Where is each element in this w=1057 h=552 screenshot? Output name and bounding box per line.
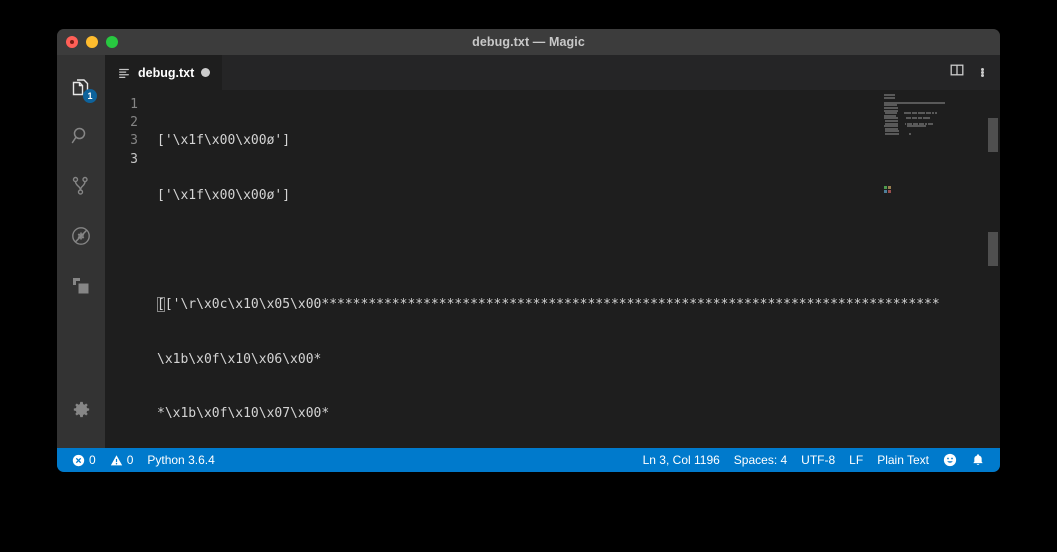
split-editor-icon [950, 64, 964, 76]
sidebar-item-extensions[interactable] [57, 261, 105, 311]
sidebar-item-source-control[interactable] [57, 161, 105, 211]
line-number-gutter: 1 2 3 3 [105, 96, 157, 448]
warning-count: 0 [126, 453, 134, 467]
search-icon [71, 127, 86, 144]
status-cursor-position[interactable]: Ln 3, Col 1196 [636, 448, 727, 472]
status-feedback[interactable] [936, 448, 964, 472]
line-number: 3 [130, 133, 138, 149]
window-body: 1 debug.txt 1 2 3 3 ['\x1f\x00\x00ø'] ['… [57, 55, 1000, 448]
more-actions-button[interactable] [981, 68, 984, 77]
scrollbar-slider-secondary[interactable] [988, 232, 998, 266]
bracket-match-open: [ [157, 297, 165, 313]
tab-dirty-indicator[interactable] [201, 68, 211, 77]
window-title-bar: debug.txt — Magic [57, 29, 1000, 55]
language-mode-label: Plain Text [877, 453, 929, 467]
encoding-label: UTF-8 [801, 453, 836, 467]
end-of-line-label: LF [849, 453, 864, 467]
minimize-window-button[interactable] [86, 36, 98, 48]
code-line: ['\x1f\x00\x00ø'] [157, 133, 291, 149]
code-line: \x1b\x0f\x10\x06\x00* [157, 351, 322, 367]
error-icon [72, 454, 85, 466]
code-line-text: ['\r\x0c\x10\x05\x00********************… [164, 297, 940, 313]
text-file-icon [119, 68, 129, 78]
tab-bar: debug.txt [105, 55, 1000, 90]
extensions-icon [73, 278, 89, 294]
sidebar-item-run-and-debug[interactable] [57, 211, 105, 261]
editor-actions [933, 55, 1000, 90]
status-indentation[interactable]: Spaces: 4 [727, 448, 794, 472]
split-editor-button[interactable] [949, 62, 965, 83]
code-content-pane: 1 2 3 3 ['\x1f\x00\x00ø'] ['\x1f\x00\x00… [105, 90, 1000, 448]
tab-debug-txt[interactable]: debug.txt [105, 55, 223, 90]
editor-vertical-scrollbar[interactable] [986, 90, 1000, 448]
code-line: *\x1b\x0f\x10\x07\x00* [157, 406, 330, 422]
code-line: [['\r\x0c\x10\x05\x00*******************… [157, 296, 1000, 314]
status-bar: 0 0 Python 3.6.4 Ln 3, Col 1196 Spaces: … [57, 448, 1000, 472]
maximize-window-button[interactable] [106, 36, 118, 48]
status-python-interpreter[interactable]: Python 3.6.4 [140, 448, 221, 472]
line-number: 3 [130, 151, 138, 167]
line-number: 2 [130, 115, 138, 131]
editor-area: debug.txt 1 2 3 3 ['\x1f\x00\x00ø'] ['\x… [105, 55, 1000, 448]
smiley-icon [943, 453, 957, 467]
sidebar-item-search[interactable] [57, 111, 105, 161]
error-count: 0 [89, 453, 96, 467]
tab-label: debug.txt [138, 65, 195, 80]
source-control-icon [72, 176, 88, 195]
code-editor[interactable]: 1 2 3 3 ['\x1f\x00\x00ø'] ['\x1f\x00\x00… [105, 90, 1000, 448]
code-line: ['\x1f\x00\x00ø'] [157, 188, 291, 203]
status-language-mode[interactable]: Plain Text [870, 448, 936, 472]
cursor-position-label: Ln 3, Col 1196 [642, 453, 720, 467]
status-problems-errors[interactable]: 0 [65, 448, 103, 472]
gear-icon [73, 401, 89, 417]
window-title: debug.txt — Magic [472, 35, 585, 49]
sidebar-item-explorer[interactable]: 1 [57, 61, 105, 111]
bell-icon [973, 454, 983, 465]
ellipsis-icon-dot [981, 74, 984, 77]
vscode-window: debug.txt — Magic 1 debug.txt 1 2 3 3 ['… [57, 29, 1000, 472]
code-lines: ['\x1f\x00\x00ø'] ['\x1f\x00\x00ø'] [['\… [157, 96, 1000, 448]
explorer-badge: 1 [83, 89, 97, 103]
status-problems-warnings[interactable]: 0 [103, 448, 141, 472]
status-notifications[interactable] [964, 448, 992, 472]
manage-settings-button[interactable] [57, 384, 105, 434]
tab-bar-empty-space [222, 55, 933, 90]
line-number: 1 [130, 97, 138, 112]
scrollbar-slider[interactable] [988, 118, 998, 152]
indentation-label: Spaces: 4 [733, 453, 788, 467]
close-window-button[interactable] [66, 36, 78, 48]
warning-icon [110, 454, 122, 465]
window-controls [66, 29, 118, 55]
status-encoding[interactable]: UTF-8 [794, 448, 842, 472]
debug-alt-icon [72, 227, 90, 245]
activity-bar: 1 [57, 55, 105, 448]
python-version-label: Python 3.6.4 [147, 453, 215, 467]
status-end-of-line[interactable]: LF [842, 448, 870, 472]
